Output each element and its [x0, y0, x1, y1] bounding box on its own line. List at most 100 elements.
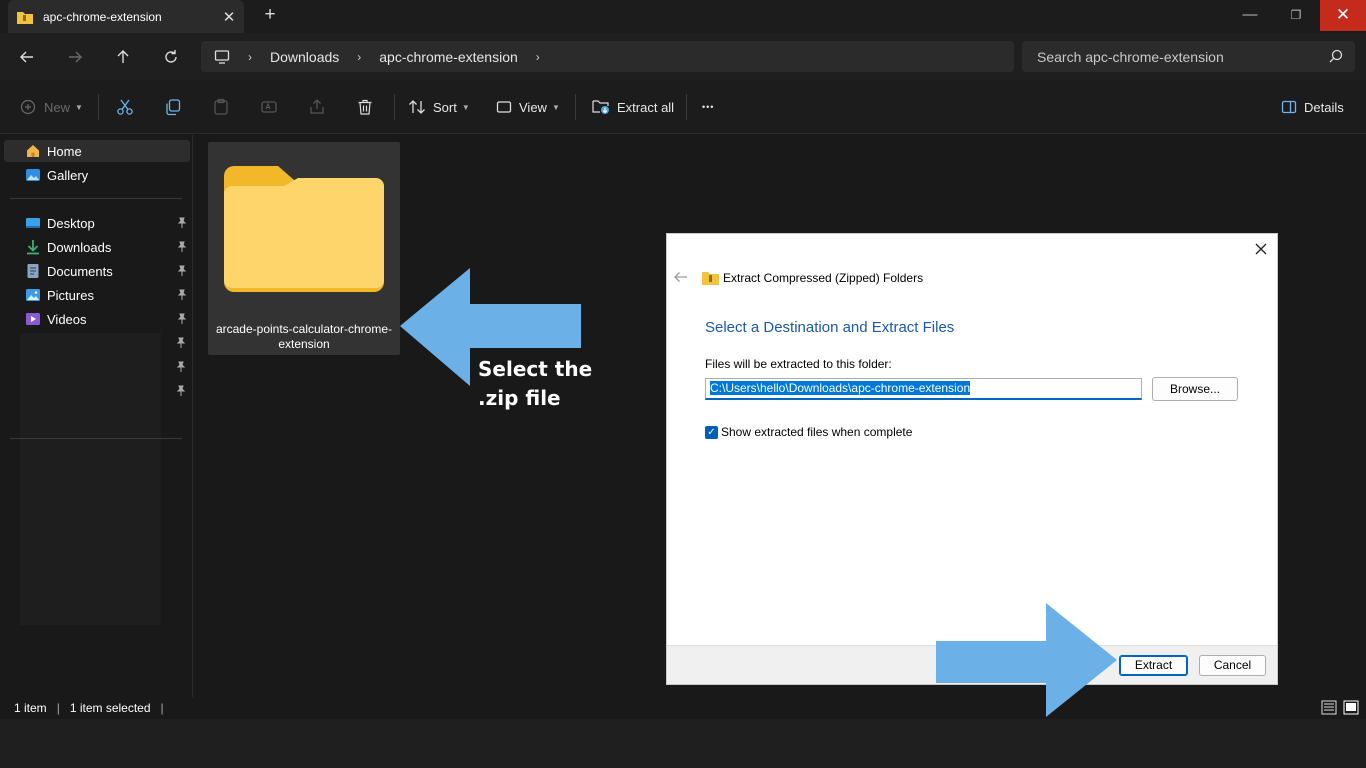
maximize-button[interactable]: ❐ — [1273, 0, 1319, 31]
pin-icon — [176, 337, 186, 348]
copy-button[interactable] — [164, 92, 182, 122]
pin-icon — [176, 361, 186, 372]
new-tab-button[interactable]: + — [258, 4, 282, 28]
checkbox-label: Show extracted files when complete — [721, 425, 913, 439]
refresh-icon — [165, 50, 177, 63]
sidebar-item-downloads[interactable]: Downloads — [4, 236, 190, 258]
sidebar-redacted-area — [20, 333, 161, 625]
divider — [575, 94, 576, 120]
gallery-icon — [26, 169, 40, 181]
sidebar-item-home[interactable]: Home — [4, 140, 190, 162]
destination-path-input[interactable]: C:\Users\hello\Downloads\apc-chrome-exte… — [705, 378, 1142, 400]
close-window-button[interactable]: ✕ — [1320, 0, 1366, 31]
status-separator: | — [160, 701, 164, 715]
divider — [686, 94, 687, 120]
arrow-left-icon — [20, 51, 33, 63]
arrow-right-icon — [69, 51, 82, 63]
cancel-button[interactable]: Cancel — [1199, 655, 1266, 676]
view-icon — [496, 101, 512, 113]
breadcrumb[interactable]: › Downloads › apc-chrome-extension › — [201, 41, 1014, 72]
pin-icon — [177, 289, 187, 300]
browse-button[interactable]: Browse... — [1152, 377, 1238, 401]
annotation-extract: Then Extract — [903, 606, 1047, 630]
command-bar: New ▼ Sort ▼ View ▼ Extract all ••• Deta… — [0, 80, 1366, 134]
show-files-checkbox[interactable]: ✓ Show extracted files when complete — [705, 425, 912, 439]
arrow-up-icon — [117, 50, 129, 63]
extract-folder-icon — [592, 100, 609, 114]
forward-button[interactable] — [59, 42, 91, 72]
sidebar-item-pictures[interactable]: Pictures — [4, 284, 190, 306]
sidebar-item-label: Desktop — [47, 215, 95, 231]
delete-button[interactable] — [356, 92, 374, 122]
minimize-button[interactable]: — — [1227, 0, 1273, 31]
computer-icon — [214, 49, 230, 64]
pin-icon — [177, 217, 187, 228]
close-icon[interactable] — [1251, 239, 1271, 259]
cut-button[interactable] — [116, 92, 134, 122]
paste-button[interactable] — [212, 92, 230, 122]
search-placeholder: Search apc-chrome-extension — [1037, 48, 1224, 65]
chevron-down-icon: ▼ — [551, 102, 560, 112]
more-options-button[interactable]: ••• — [702, 92, 714, 122]
details-view-icon[interactable] — [1321, 700, 1337, 715]
refresh-button[interactable] — [155, 42, 187, 72]
file-item-selected[interactable]: arcade-points-calculator-chrome-extensio… — [208, 142, 400, 355]
extract-all-label: Extract all — [617, 99, 675, 115]
chevron-down-icon: ▼ — [75, 102, 83, 112]
share-icon — [310, 99, 324, 114]
sidebar-item-label: Home — [47, 143, 82, 159]
annotation-select-line2: .zip file — [478, 386, 561, 410]
breadcrumb-item-folder[interactable]: apc-chrome-extension — [379, 49, 518, 65]
navigation-pane: Home Gallery Desktop Downloads Documents… — [0, 135, 193, 697]
extract-all-button[interactable]: Extract all — [592, 92, 674, 122]
sidebar-item-label: Downloads — [47, 239, 112, 255]
divider — [10, 438, 182, 439]
sort-icon — [409, 100, 425, 114]
view-label: View — [519, 99, 547, 115]
destination-label: Files will be extracted to this folder: — [705, 357, 892, 371]
address-bar: › Downloads › apc-chrome-extension › Sea… — [0, 33, 1366, 80]
new-label: New — [44, 99, 71, 115]
back-button[interactable] — [11, 42, 43, 72]
sidebar-item-desktop[interactable]: Desktop — [4, 212, 190, 234]
details-button[interactable]: Details — [1281, 92, 1344, 122]
divider — [10, 198, 182, 199]
item-count: 1 item — [14, 701, 47, 715]
breadcrumb-item-downloads[interactable]: Downloads — [270, 49, 339, 65]
destination-path-value: C:\Users\hello\Downloads\apc-chrome-exte… — [710, 381, 971, 395]
details-pane-icon — [1281, 100, 1297, 114]
breadcrumb-separator: › — [535, 49, 540, 64]
pin-icon — [177, 313, 187, 324]
tiles-view-icon[interactable] — [1343, 700, 1359, 715]
status-bar: 1 item | 1 item selected | — [0, 697, 1366, 719]
sidebar-item-documents[interactable]: Documents — [4, 260, 190, 282]
rename-button[interactable] — [260, 92, 278, 122]
videos-icon — [26, 313, 40, 325]
plus-circle-icon — [20, 99, 36, 115]
clipboard-icon — [214, 98, 228, 115]
view-button[interactable]: View ▼ — [496, 92, 560, 122]
search-icon — [1329, 49, 1343, 63]
back-arrow-icon[interactable] — [673, 270, 689, 284]
details-label: Details — [1304, 99, 1344, 115]
search-input[interactable]: Search apc-chrome-extension — [1022, 41, 1355, 72]
divider — [394, 94, 395, 120]
extract-button[interactable]: Extract — [1119, 655, 1188, 676]
chevron-down-icon: ▼ — [461, 102, 470, 112]
status-separator: | — [56, 701, 60, 715]
title-bar: apc-chrome-extension ✕ + — ❐ ✕ — [0, 0, 1366, 33]
dialog-title: Extract Compressed (Zipped) Folders — [723, 271, 924, 285]
home-icon — [27, 145, 39, 157]
up-button[interactable] — [107, 42, 139, 72]
new-button[interactable]: New ▼ — [20, 92, 83, 122]
pin-icon — [177, 241, 187, 252]
pin-icon — [177, 265, 187, 276]
zip-folder-icon — [702, 272, 719, 285]
sort-button[interactable]: Sort ▼ — [408, 92, 470, 122]
close-tab-icon[interactable]: ✕ — [214, 8, 244, 26]
share-button[interactable] — [308, 92, 326, 122]
sidebar-item-gallery[interactable]: Gallery — [4, 164, 190, 186]
sidebar-item-videos[interactable]: Videos — [4, 308, 190, 330]
rename-icon — [261, 101, 277, 113]
window-tab[interactable]: apc-chrome-extension ✕ — [8, 0, 244, 33]
